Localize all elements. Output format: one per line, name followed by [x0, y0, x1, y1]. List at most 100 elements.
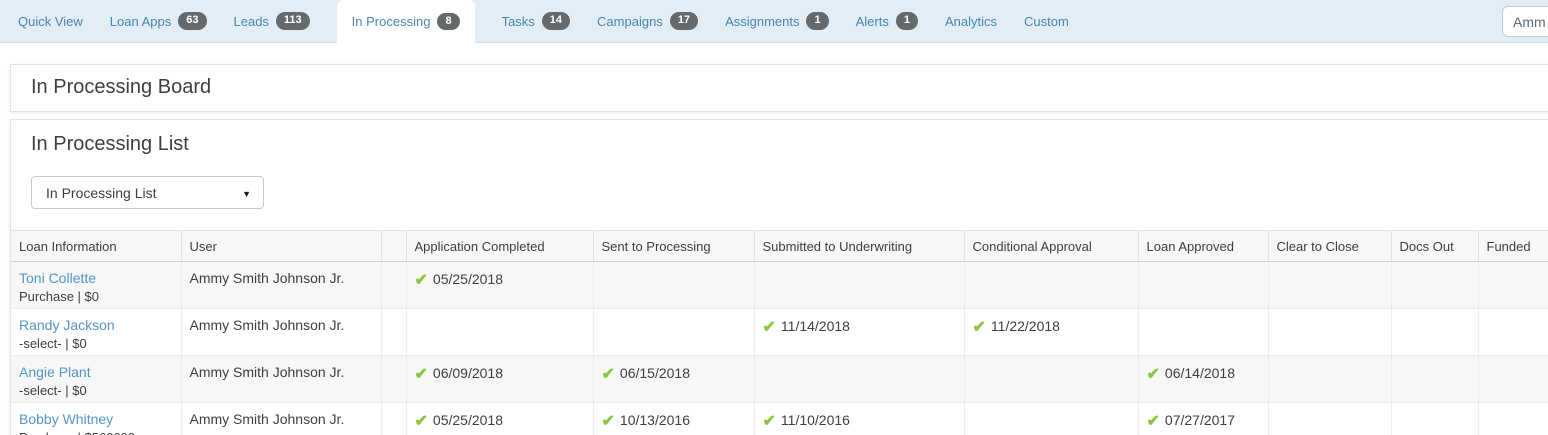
tab-label: Alerts	[856, 14, 889, 29]
tab-label: Leads	[234, 14, 269, 29]
loan-details: Purchase | $0	[19, 289, 173, 304]
col-user: User	[181, 231, 381, 262]
tab-label: Tasks	[502, 14, 535, 29]
check-icon: ✔	[1147, 413, 1160, 430]
list-panel-title: In Processing List	[11, 133, 1548, 156]
milestone-cell-submitted-to-underwriting: ✔ 11/10/2016	[754, 403, 964, 435]
milestone-cell-sent-to-processing: ✔06/15/2018	[593, 356, 754, 403]
milestone-cell-application-completed: ✔ 05/25/2018	[406, 262, 593, 309]
table-row: Toni Collette Purchase | $0 Ammy Smith J…	[11, 262, 1548, 309]
spacer-cell	[381, 356, 406, 403]
tab-campaigns[interactable]: Campaigns 17	[597, 0, 698, 42]
list-filter-dropdown[interactable]: In Processing List ▼	[31, 176, 264, 209]
table-row: Randy Jackson -select- | $0 Ammy Smith J…	[11, 309, 1548, 356]
milestone-cell-loan-approved	[1138, 262, 1268, 309]
milestone-date: 10/13/2016	[620, 412, 690, 428]
milestone-cell-clear-to-close	[1268, 309, 1391, 356]
loan-name-link[interactable]: Randy Jackson	[19, 317, 173, 333]
loans-table-container: Loan Information User Application Comple…	[11, 230, 1548, 435]
milestone-cell-funded	[1478, 262, 1548, 309]
milestone-cell-loan-approved	[1138, 309, 1268, 356]
tab-label: Quick View	[18, 14, 83, 29]
milestone-cell-submitted-to-underwriting	[754, 262, 964, 309]
col-submitted-to-underwriting: Submitted to Underwriting	[754, 231, 964, 262]
chevron-down-icon: ▼	[242, 189, 251, 199]
col-application-completed: Application Completed	[406, 231, 593, 262]
milestone-cell-submitted-to-underwriting: ✔ 11/14/2018	[754, 309, 964, 356]
count-badge: 1	[806, 12, 828, 29]
check-icon: ✔	[415, 272, 428, 289]
col-clear-to-close: Clear to Close	[1268, 231, 1391, 262]
milestone-cell-docs-out	[1391, 309, 1478, 356]
milestone-date: 05/25/2018	[433, 271, 503, 287]
milestone-cell-application-completed	[406, 309, 593, 356]
tab-quick-view[interactable]: Quick View	[18, 0, 83, 42]
check-icon: ✔	[415, 366, 428, 383]
spacer-cell	[381, 262, 406, 309]
board-panel-title: In Processing Board	[31, 76, 1531, 99]
user-cell: Ammy Smith Johnson Jr.	[181, 403, 381, 435]
tab-tasks[interactable]: Tasks 14	[502, 0, 570, 42]
in-processing-board-panel: In Processing Board	[10, 64, 1548, 112]
check-icon: ✔	[973, 319, 986, 336]
milestone-date: 06/09/2018	[433, 365, 503, 381]
loan-info-cell: Angie Plant -select- | $0	[11, 356, 181, 403]
table-row: Bobby Whitney Purchase | $560000 Ammy Sm…	[11, 403, 1548, 435]
milestone-date: 11/10/2016	[781, 412, 850, 428]
tab-label: Assignments	[725, 14, 799, 29]
table-header-row: Loan Information User Application Comple…	[11, 231, 1548, 262]
milestone-cell-clear-to-close	[1268, 262, 1391, 309]
milestone-cell-clear-to-close	[1268, 403, 1391, 435]
user-cell: Ammy Smith Johnson Jr.	[181, 356, 381, 403]
user-cell: Ammy Smith Johnson Jr.	[181, 309, 381, 356]
milestone-cell-loan-approved: ✔ 07/27/2017	[1138, 403, 1268, 435]
milestone-cell-docs-out	[1391, 262, 1478, 309]
table-row: Angie Plant -select- | $0 Ammy Smith Joh…	[11, 356, 1548, 403]
milestone-cell-application-completed: ✔ 05/25/2018	[406, 403, 593, 435]
milestone-date: 07/27/2017	[1165, 412, 1235, 428]
dropdown-selected-value: In Processing List	[46, 185, 157, 201]
loans-table: Loan Information User Application Comple…	[11, 230, 1548, 435]
user-cell: Ammy Smith Johnson Jr.	[181, 262, 381, 309]
tab-loan-apps[interactable]: Loan Apps 63	[110, 0, 207, 42]
check-icon: ✔	[602, 413, 615, 430]
spacer-cell	[381, 403, 406, 435]
milestone-cell-docs-out	[1391, 356, 1478, 403]
check-icon: ✔	[1147, 366, 1160, 383]
milestone-cell-funded	[1478, 356, 1548, 403]
milestone-cell-sent-to-processing	[593, 262, 754, 309]
tab-custom[interactable]: Custom	[1024, 0, 1069, 42]
milestone-cell-funded	[1478, 403, 1548, 435]
check-icon: ✔	[763, 319, 776, 336]
loan-name-link[interactable]: Bobby Whitney	[19, 411, 173, 427]
count-badge: 14	[542, 12, 570, 29]
tab-label: Custom	[1024, 14, 1069, 29]
milestone-date: 05/25/2018	[433, 412, 503, 428]
col-sent-to-processing: Sent to Processing	[593, 231, 754, 262]
tab-alerts[interactable]: Alerts 1	[856, 0, 918, 42]
count-badge: 1	[896, 12, 918, 29]
check-icon: ✔	[763, 413, 776, 430]
count-badge: 63	[178, 12, 206, 29]
tab-label: In Processing	[352, 14, 431, 29]
loan-info-cell: Toni Collette Purchase | $0	[11, 262, 181, 309]
tab-assignments[interactable]: Assignments 1	[725, 0, 829, 42]
tab-label: Campaigns	[597, 14, 663, 29]
milestone-date: 11/14/2018	[781, 318, 850, 334]
nav-search-box[interactable]: Amm	[1502, 6, 1548, 37]
tab-in-processing[interactable]: In Processing 8	[337, 0, 475, 43]
col-loan-information: Loan Information	[11, 231, 181, 262]
check-icon: ✔	[415, 413, 428, 430]
tab-leads[interactable]: Leads 113	[234, 0, 310, 42]
count-badge: 113	[276, 12, 310, 29]
milestone-cell-conditional-approval: ✔11/22/2018	[964, 309, 1138, 356]
tab-analytics[interactable]: Analytics	[945, 0, 997, 42]
milestone-cell-application-completed: ✔ 06/09/2018	[406, 356, 593, 403]
milestone-cell-clear-to-close	[1268, 356, 1391, 403]
milestone-date: 06/14/2018	[1165, 365, 1235, 381]
loan-name-link[interactable]: Angie Plant	[19, 364, 173, 380]
nav-search-text: Amm	[1513, 14, 1546, 30]
milestone-cell-loan-approved: ✔ 06/14/2018	[1138, 356, 1268, 403]
col-docs-out: Docs Out	[1391, 231, 1478, 262]
loan-name-link[interactable]: Toni Collette	[19, 270, 173, 286]
